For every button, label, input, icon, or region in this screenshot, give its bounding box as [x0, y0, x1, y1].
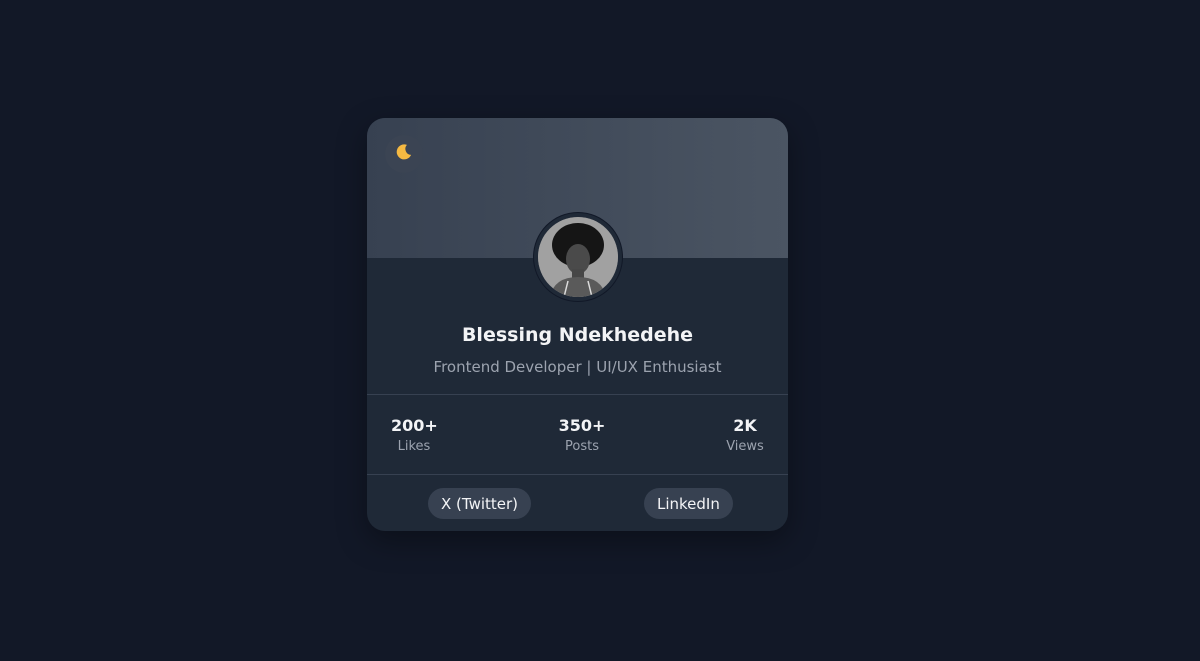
stat-likes: 200+ Likes: [391, 416, 438, 454]
stat-label: Views: [726, 439, 764, 454]
profile-name: Blessing Ndekhedehe: [461, 324, 694, 346]
profile-card: Blessing Ndekhedehe Frontend Developer |…: [367, 118, 788, 531]
avatar: [534, 213, 622, 301]
stat-label: Posts: [565, 439, 599, 454]
theme-toggle-button[interactable]: [385, 135, 423, 173]
profile-role: Frontend Developer | UI/UX Enthusiast: [433, 358, 722, 376]
stat-value: 350+: [558, 416, 606, 435]
linkedin-button[interactable]: LinkedIn: [644, 488, 733, 519]
stat-value: 2K: [733, 416, 757, 435]
stat-views: 2K Views: [725, 416, 765, 454]
divider: [367, 394, 788, 395]
stat-posts: 350+ Posts: [557, 416, 607, 454]
divider: [367, 474, 788, 475]
moon-icon: [394, 142, 414, 166]
stat-label: Likes: [397, 439, 431, 454]
stat-value: 200+: [391, 416, 438, 435]
twitter-button[interactable]: X (Twitter): [428, 488, 532, 519]
stats-row: 200+ Likes 350+ Posts 2K Views: [367, 416, 788, 460]
